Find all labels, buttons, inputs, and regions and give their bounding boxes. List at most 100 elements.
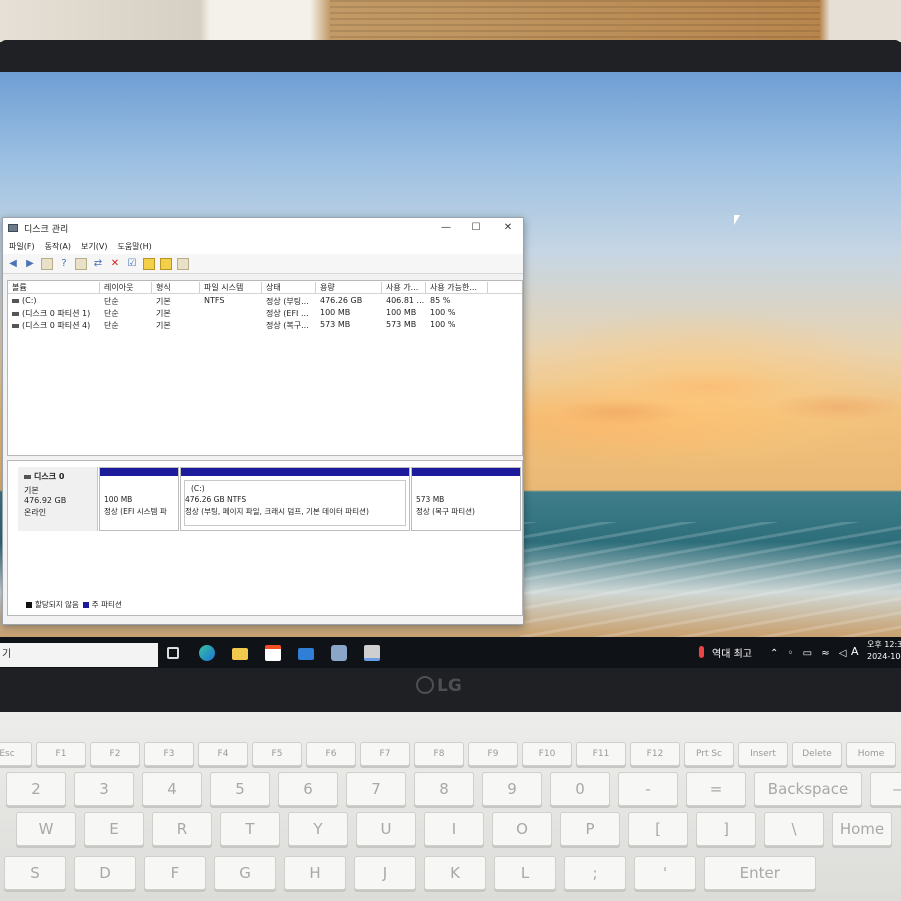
home-row-key[interactable]: S (4, 856, 66, 890)
menu-action[interactable]: 동작(A) (45, 241, 71, 252)
home-row-key[interactable]: L (494, 856, 556, 890)
function-key[interactable]: F2 (90, 742, 140, 766)
top-row-key[interactable]: Home (832, 812, 892, 846)
task-view-icon[interactable] (167, 647, 179, 659)
home-row-key[interactable]: ' (634, 856, 696, 890)
file-explorer-icon[interactable] (232, 648, 248, 660)
weather-widget[interactable]: 역대 최고 (698, 645, 752, 660)
function-key[interactable]: F3 (144, 742, 194, 766)
column-header[interactable]: 용량 (316, 282, 382, 293)
column-header[interactable]: 파일 시스템 (200, 282, 262, 293)
number-row-key[interactable]: 3 (74, 772, 134, 806)
number-row-key[interactable]: 7 (346, 772, 406, 806)
top-row-key[interactable]: [ (628, 812, 688, 846)
disk-graphical-view[interactable]: 디스크 0 기본 476.92 GB 온라인 100 MB 정상 (EFI 시스… (7, 460, 523, 616)
close-button[interactable]: ✕ (499, 221, 517, 235)
table-row[interactable]: (디스크 0 파티션 4) 단순 기본 정상 (복구... 573 MB 573… (8, 320, 522, 332)
home-row-key[interactable]: H (284, 856, 346, 890)
system-tray[interactable]: ⌃ ◦ ▭ ≈ ◁ (770, 648, 850, 659)
edge-icon[interactable] (199, 645, 215, 661)
function-key[interactable]: F9 (468, 742, 518, 766)
column-header[interactable]: 볼륨 (8, 282, 100, 293)
menu-file[interactable]: 파일(F) (9, 241, 35, 252)
number-row-key[interactable]: 0 (550, 772, 610, 806)
function-key[interactable]: F7 (360, 742, 410, 766)
home-row-key[interactable]: ; (564, 856, 626, 890)
top-row-key[interactable]: P (560, 812, 620, 846)
top-row-key[interactable]: R (152, 812, 212, 846)
back-arrow-icon[interactable]: ◀ (7, 258, 19, 270)
column-header[interactable]: 레이아웃 (100, 282, 152, 293)
disk-management-icon[interactable] (364, 645, 380, 661)
function-key[interactable]: F6 (306, 742, 356, 766)
partition-recovery[interactable]: 573 MB 정상 (복구 파티션) (411, 467, 521, 531)
minimize-button[interactable]: — (437, 221, 455, 235)
function-key[interactable]: Insert (738, 742, 788, 766)
number-row-key[interactable]: Backspace (754, 772, 862, 806)
top-row-key[interactable]: O (492, 812, 552, 846)
top-row-key[interactable]: I (424, 812, 484, 846)
column-header[interactable]: 형식 (152, 282, 200, 293)
maximize-button[interactable]: ☐ (467, 221, 485, 235)
store-icon[interactable] (265, 645, 281, 661)
home-row-key[interactable]: J (354, 856, 416, 890)
title-bar[interactable]: 디스크 관리 — ☐ ✕ (3, 218, 523, 238)
number-row-key[interactable]: 2 (6, 772, 66, 806)
function-key[interactable]: Home (846, 742, 896, 766)
table-row[interactable]: (디스크 0 파티션 1) 단순 기본 정상 (EFI ... 100 MB 1… (8, 308, 522, 320)
disk-info-panel[interactable]: 디스크 0 기본 476.92 GB 온라인 (18, 467, 98, 531)
settings-icon[interactable] (177, 257, 189, 270)
function-key[interactable]: Delete (792, 742, 842, 766)
forward-arrow-icon[interactable]: ▶ (24, 258, 36, 270)
delete-icon[interactable]: ✕ (109, 258, 121, 270)
function-key[interactable]: Prt Sc (684, 742, 734, 766)
top-row-key[interactable]: E (84, 812, 144, 846)
top-row-key[interactable]: T (220, 812, 280, 846)
function-key[interactable]: Esc (0, 742, 32, 766)
home-row-key[interactable]: D (74, 856, 136, 890)
home-row-key[interactable]: K (424, 856, 486, 890)
number-row-key[interactable]: - (618, 772, 678, 806)
menu-help[interactable]: 도움말(H) (117, 241, 151, 252)
home-row-key[interactable]: Enter (704, 856, 816, 890)
volume-list[interactable]: 볼륨 레이아웃 형식 파일 시스템 상태 용량 사용 가... 사용 가능한..… (7, 280, 523, 456)
menu-view[interactable]: 보기(V) (81, 241, 107, 252)
column-header[interactable]: 사용 가... (382, 282, 426, 293)
taskbar-search-box[interactable]: 기 (0, 643, 158, 667)
connect-icon[interactable]: ⇄ (92, 258, 104, 270)
partition-efi[interactable]: 100 MB 정상 (EFI 시스템 파 (99, 467, 179, 531)
function-key[interactable]: F12 (630, 742, 680, 766)
column-header[interactable]: 상태 (262, 282, 316, 293)
column-header[interactable]: 사용 가능한... (426, 282, 488, 293)
function-key[interactable]: F8 (414, 742, 464, 766)
top-row-key[interactable]: Y (288, 812, 348, 846)
function-key[interactable]: F5 (252, 742, 302, 766)
clock[interactable]: 오후 12:3 2024-10-1 (867, 639, 901, 663)
folder-icon[interactable] (160, 257, 172, 270)
number-row-key[interactable]: = (686, 772, 746, 806)
table-row[interactable]: (C:) 단순 기본 NTFS 정상 (부팅... 476.26 GB 406.… (8, 296, 522, 308)
number-row-key[interactable]: 9 (482, 772, 542, 806)
mail-icon[interactable] (298, 648, 314, 660)
number-row-key[interactable]: — (870, 772, 901, 806)
top-row-key[interactable]: ] (696, 812, 756, 846)
function-key[interactable]: F4 (198, 742, 248, 766)
function-key[interactable]: F1 (36, 742, 86, 766)
home-row-key[interactable]: G (214, 856, 276, 890)
help-icon[interactable]: ? (58, 258, 70, 270)
check-icon[interactable]: ☑ (126, 258, 138, 270)
number-row-key[interactable]: 4 (142, 772, 202, 806)
function-key[interactable]: F11 (576, 742, 626, 766)
camera-icon[interactable] (331, 645, 347, 661)
number-row-key[interactable]: 8 (414, 772, 474, 806)
console-icon[interactable] (41, 257, 53, 270)
top-row-key[interactable]: W (16, 812, 76, 846)
number-row-key[interactable]: 5 (210, 772, 270, 806)
properties-icon[interactable] (75, 257, 87, 270)
partition-c[interactable]: (C:) 476.26 GB NTFS 정상 (부팅, 페이지 파일, 크래시 … (180, 467, 410, 531)
search-icon[interactable] (143, 257, 155, 270)
disk-management-window[interactable]: 디스크 관리 — ☐ ✕ 파일(F) 동작(A) 보기(V) 도움말(H) ◀ … (2, 217, 524, 625)
top-row-key[interactable]: \ (764, 812, 824, 846)
home-row-key[interactable]: F (144, 856, 206, 890)
top-row-key[interactable]: U (356, 812, 416, 846)
